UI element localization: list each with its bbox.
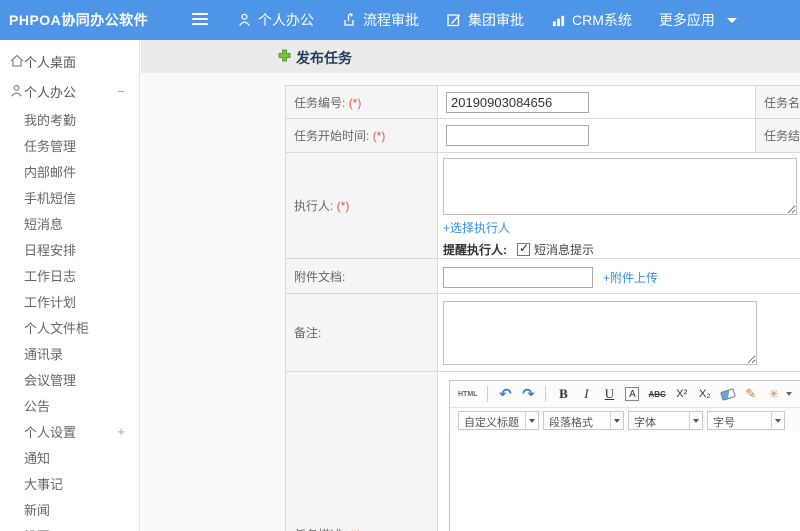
sms-remind-checkbox[interactable] bbox=[517, 241, 530, 256]
html-source-button[interactable]: HTML bbox=[458, 385, 477, 403]
user-icon bbox=[9, 83, 25, 99]
required-mark: (*) bbox=[348, 95, 362, 110]
title-band bbox=[141, 40, 800, 73]
caret-down-icon bbox=[726, 17, 737, 23]
sidebar-item-meeting[interactable]: 会议管理 bbox=[0, 366, 139, 392]
remark-label: 备注: bbox=[294, 326, 322, 340]
sidebar-item-work-log[interactable]: 工作日志 bbox=[0, 262, 139, 288]
home-icon bbox=[9, 53, 25, 69]
start-time-label: 任务开始时间: bbox=[294, 129, 370, 143]
sidebar-item-short-message[interactable]: 短消息 bbox=[0, 210, 139, 236]
task-name-label: 任务名称: bbox=[764, 95, 800, 110]
font-size-select[interactable]: 字号 bbox=[707, 411, 785, 430]
format-brush-icon[interactable]: ✎ bbox=[744, 385, 758, 403]
sidebar-item-vote[interactable]: 投票 bbox=[0, 522, 139, 531]
task-no-label: 任务编号: bbox=[294, 95, 346, 110]
approval-icon bbox=[341, 12, 357, 28]
publish-task-form: 任务编号: (*) 任务名称: (*) 任务开始时间: (*) 任务结束时间: … bbox=[285, 85, 800, 531]
nav-process-approval[interactable]: 流程审批 bbox=[341, 10, 419, 30]
remark-textarea[interactable] bbox=[443, 301, 757, 365]
choose-executor-link[interactable]: +选择执行人 bbox=[443, 221, 510, 235]
task-no-input[interactable] bbox=[446, 91, 589, 113]
superscript-button[interactable]: X² bbox=[675, 385, 689, 403]
main-content: 发布任务 任务编号: (*) 任务名称: (*) 任务开始时间: (*) 任务结… bbox=[141, 40, 800, 531]
remind-executor-label: 提醒执行人: bbox=[443, 243, 507, 257]
dropdown-caret-icon[interactable] bbox=[525, 412, 538, 429]
sidebar-item-desktop[interactable]: 个人桌面 bbox=[0, 46, 139, 76]
attachment-label: 附件文档: bbox=[294, 269, 346, 284]
redo-icon[interactable]: ↷ bbox=[521, 385, 535, 403]
sidebar-item-mobile-sms[interactable]: 手机短信 bbox=[0, 184, 139, 210]
collapse-icon[interactable]: − bbox=[117, 84, 125, 99]
auto-typeset-icon[interactable]: ✳ bbox=[767, 385, 781, 403]
sidebar-item-contacts[interactable]: 通讯录 bbox=[0, 340, 139, 366]
start-time-input[interactable] bbox=[446, 125, 589, 146]
sidebar-item-schedule[interactable]: 日程安排 bbox=[0, 236, 139, 262]
sidebar-item-news[interactable]: 新闻 bbox=[0, 496, 139, 522]
font-style-button[interactable]: A bbox=[625, 387, 640, 401]
sidebar-item-task-management[interactable]: 任务管理 bbox=[0, 132, 139, 158]
sidebar-menu: 个人桌面 个人办公 − 我的考勤 任务管理 内部邮件 手机短信 短消息 日程安排 工作日志 工作计划… bbox=[0, 40, 140, 531]
attachment-upload-link[interactable]: +附件上传 bbox=[603, 269, 658, 286]
sidebar-item-notice[interactable]: 通知 bbox=[0, 444, 139, 470]
sidebar-item-announcement[interactable]: 公告 bbox=[0, 392, 139, 418]
required-mark: (*) bbox=[336, 199, 350, 213]
dropdown-caret-icon[interactable] bbox=[785, 392, 792, 396]
nav-group-approval[interactable]: 集团审批 bbox=[446, 10, 524, 30]
executor-label: 执行人: bbox=[294, 199, 334, 213]
nav-personal-office[interactable]: 个人办公 bbox=[237, 10, 314, 30]
sidebar-item-attendance[interactable]: 我的考勤 bbox=[0, 106, 139, 132]
attachment-input[interactable] bbox=[443, 267, 593, 288]
sms-remind-label: 短消息提示 bbox=[534, 243, 595, 257]
chart-icon bbox=[551, 13, 566, 28]
editor-toolbar-row1: HTML↶↷BIUAABCX²X₂✎✳66TA bbox=[450, 381, 800, 408]
bold-button[interactable]: B bbox=[556, 385, 570, 403]
nav-more-apps[interactable]: 更多应用 bbox=[659, 10, 737, 30]
dropdown-caret-icon[interactable] bbox=[689, 412, 702, 429]
sidebar-item-file-cabinet[interactable]: 个人文件柜 bbox=[0, 314, 139, 340]
sidebar-item-work-plan[interactable]: 工作计划 bbox=[0, 288, 139, 314]
sidebar-item-personal-office[interactable]: 个人办公 − bbox=[0, 76, 139, 106]
app-logo: PHPOA协同办公软件 bbox=[9, 12, 149, 28]
undo-icon[interactable]: ↶ bbox=[498, 385, 512, 403]
sidebar-item-personal-settings[interactable]: 个人设置 + bbox=[0, 418, 139, 444]
font-family-select[interactable]: 字体 bbox=[628, 411, 703, 430]
italic-button[interactable]: I bbox=[579, 385, 593, 403]
paragraph-format-select[interactable]: 段落格式 bbox=[543, 411, 624, 430]
strikethrough-button[interactable]: ABC bbox=[648, 385, 665, 403]
user-icon bbox=[237, 12, 252, 28]
subscript-button[interactable]: X₂ bbox=[698, 385, 712, 403]
page-title: 发布任务 bbox=[296, 50, 352, 66]
task-description-editor-area[interactable] bbox=[450, 433, 800, 531]
add-task-icon bbox=[278, 49, 291, 67]
dropdown-caret-icon[interactable] bbox=[610, 412, 623, 429]
sidebar-item-internal-mail[interactable]: 内部邮件 bbox=[0, 158, 139, 184]
expand-icon[interactable]: + bbox=[117, 424, 125, 439]
nav-crm-system[interactable]: CRM系统 bbox=[551, 10, 632, 30]
executor-textarea[interactable] bbox=[443, 158, 797, 215]
underline-button[interactable]: U bbox=[602, 385, 616, 403]
dropdown-caret-icon[interactable] bbox=[771, 412, 784, 429]
end-time-label: 任务结束时间: bbox=[764, 129, 800, 143]
required-mark: (*) bbox=[372, 129, 386, 143]
top-header: PHPOA协同办公软件 个人办公 流程审批 集团审批 CRM系统 更多应用 bbox=[0, 0, 800, 40]
toolbar-separator bbox=[487, 386, 489, 402]
menu-toggle-icon[interactable] bbox=[192, 13, 208, 26]
editor-toolbar-row2: 自定义标题 段落格式 字体 字号 bbox=[450, 408, 800, 433]
custom-title-select[interactable]: 自定义标题 bbox=[458, 411, 539, 430]
toolbar-separator bbox=[545, 386, 547, 402]
sidebar-item-memorabilia[interactable]: 大事记 bbox=[0, 470, 139, 496]
edit-icon bbox=[446, 12, 462, 28]
top-navigation: 个人办公 流程审批 集团审批 CRM系统 更多应用 bbox=[237, 0, 737, 40]
eraser-icon[interactable] bbox=[719, 387, 736, 401]
rich-text-editor: HTML↶↷BIUAABCX²X₂✎✳66TA 自定义标题段落格式字体字号 bbox=[449, 380, 800, 531]
